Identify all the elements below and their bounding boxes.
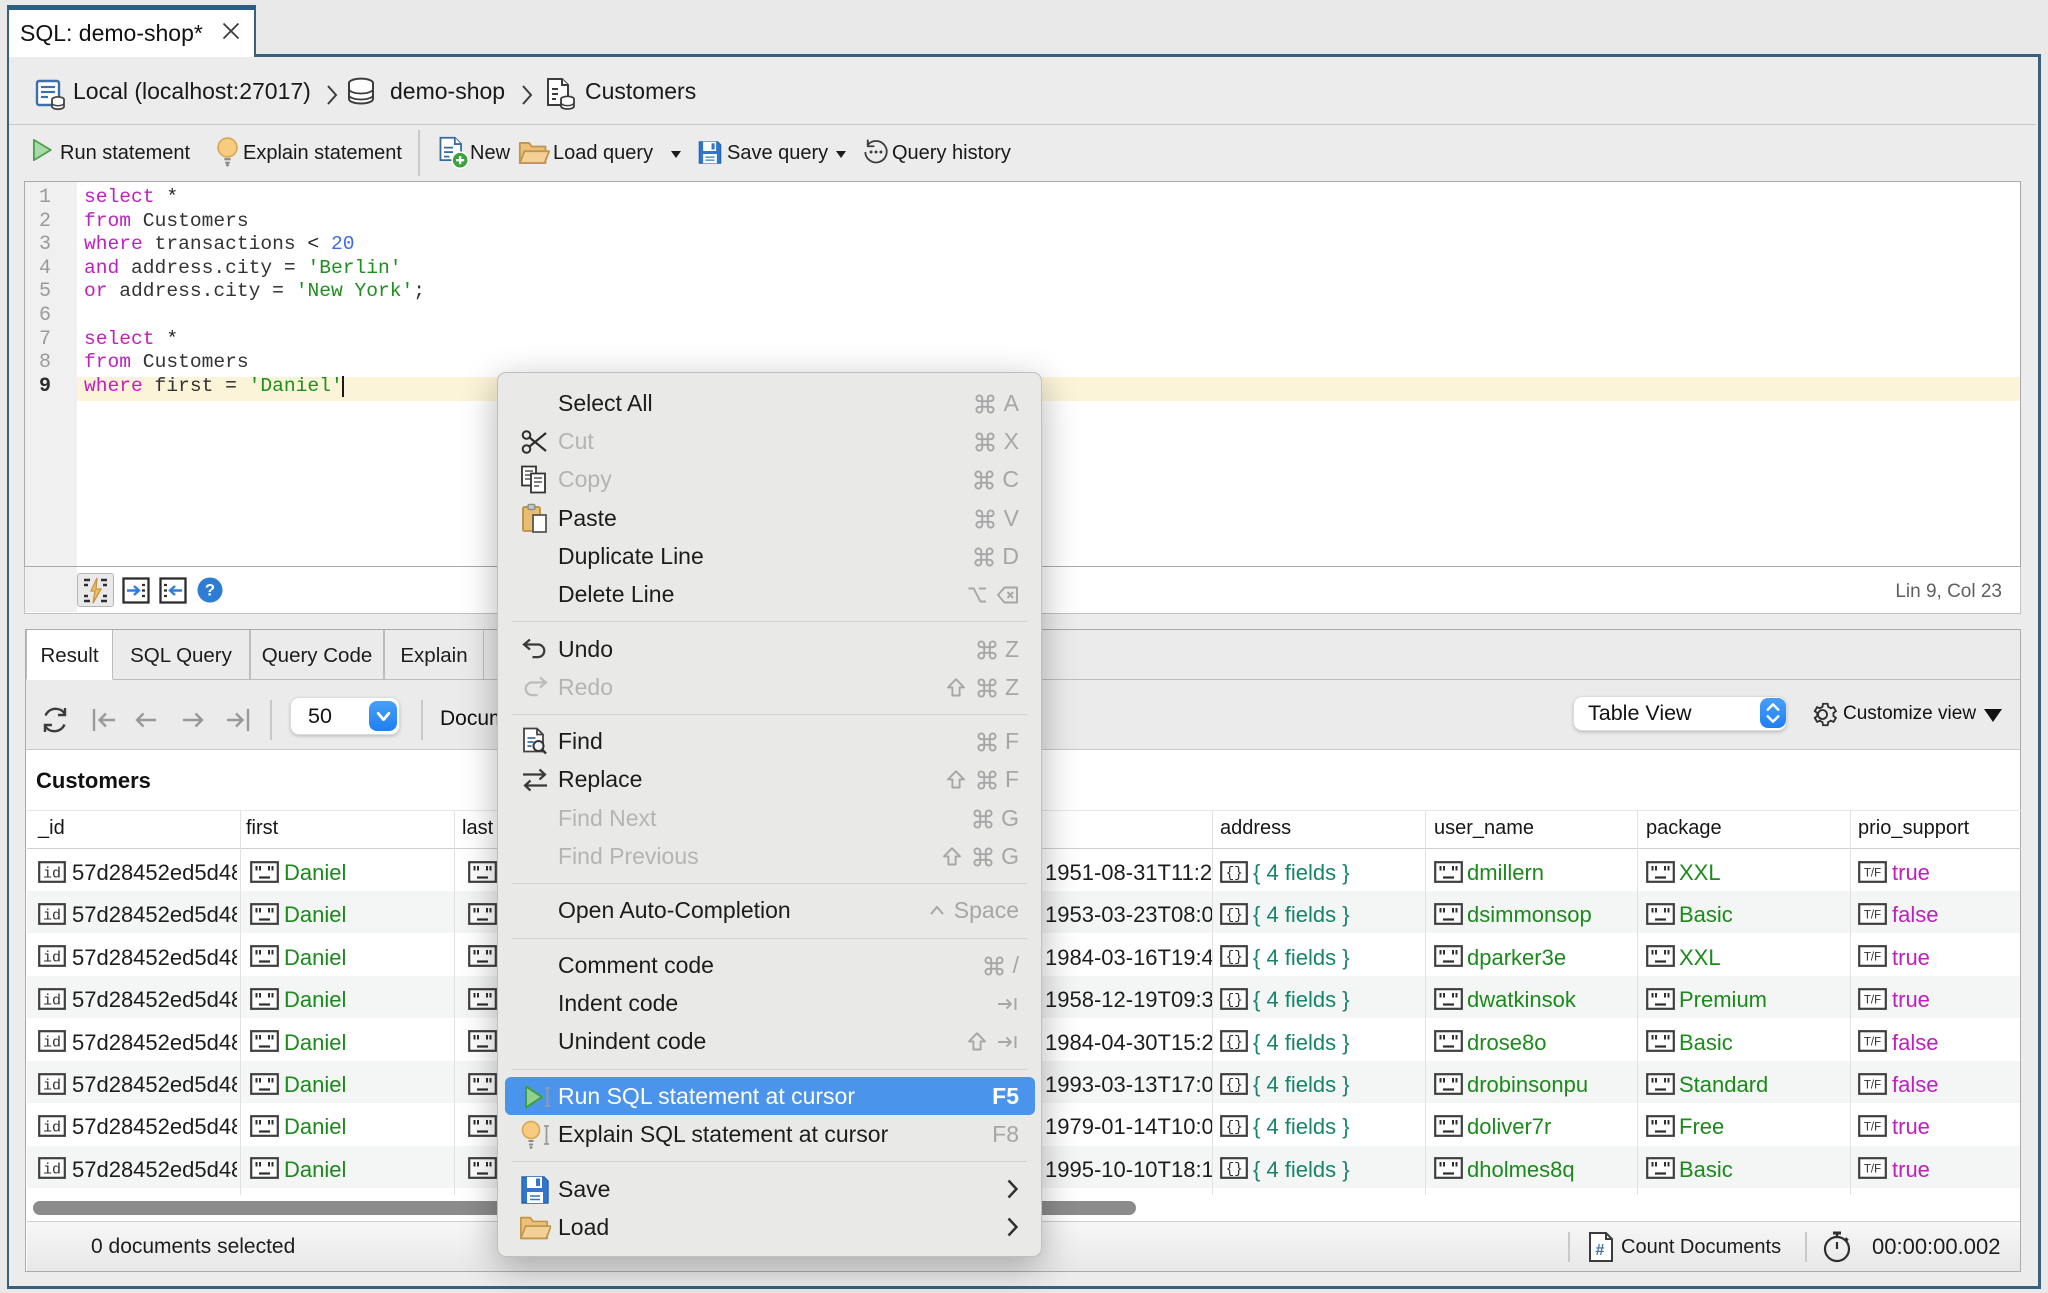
svg-text:id: id [43, 907, 61, 924]
svg-text:{}: {} [1225, 950, 1242, 966]
svg-text:{}: {} [1225, 1162, 1242, 1178]
svg-text:id: id [43, 992, 61, 1009]
svg-text:{}: {} [1225, 1078, 1242, 1094]
svg-text:?: ? [205, 581, 215, 600]
svg-text:T/F: T/F [1864, 1037, 1881, 1049]
svg-text:T/F: T/F [1864, 1079, 1881, 1091]
svg-text:id: id [43, 950, 61, 967]
svg-text:id: id [43, 1035, 61, 1052]
svg-text:{}: {} [1225, 866, 1242, 882]
svg-text:{}: {} [1225, 1120, 1242, 1136]
svg-text:T/F: T/F [1864, 994, 1881, 1006]
svg-text:id: id [43, 1077, 61, 1094]
svg-text:{}: {} [1225, 908, 1242, 924]
svg-text:{}: {} [1225, 1035, 1242, 1051]
svg-text:id: id [43, 1119, 61, 1136]
svg-text:T/F: T/F [1864, 952, 1881, 964]
svg-text:id: id [43, 865, 61, 882]
svg-text:{}: {} [1225, 993, 1242, 1009]
svg-text:id: id [43, 1162, 61, 1179]
svg-text:T/F: T/F [1864, 867, 1881, 879]
svg-text:#: # [1596, 1242, 1605, 1259]
svg-text:T/F: T/F [1864, 1121, 1881, 1133]
svg-text:T/F: T/F [1864, 1164, 1881, 1176]
svg-text:T/F: T/F [1864, 909, 1881, 921]
